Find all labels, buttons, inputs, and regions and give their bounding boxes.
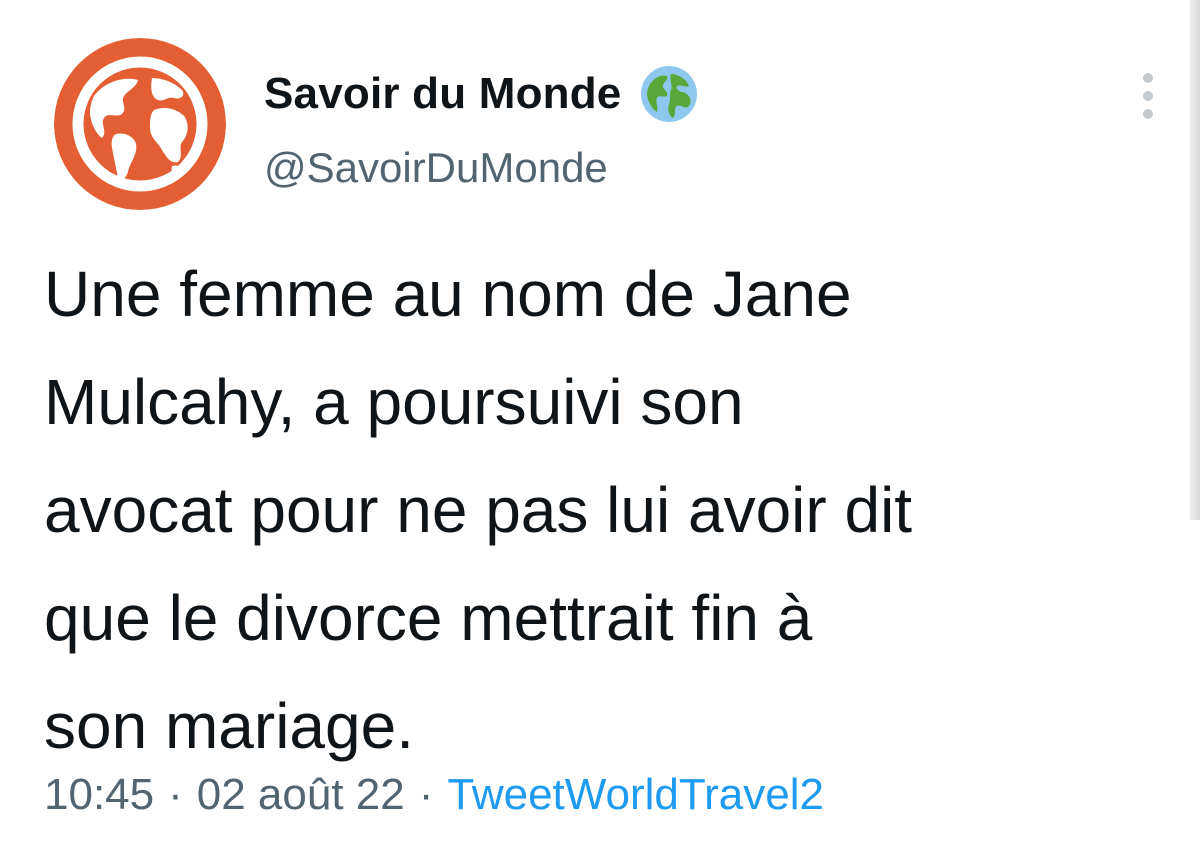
more-dot-icon — [1143, 109, 1153, 119]
more-dot-icon — [1143, 73, 1153, 83]
tweet-text-line: son mariage. — [44, 690, 414, 762]
display-name[interactable]: Savoir du Monde — [264, 69, 621, 119]
tweet-text-line: que le divorce mettrait fin à — [44, 582, 813, 654]
page-edge-divider — [1190, 0, 1200, 520]
tweet-date[interactable]: 02 août 22 — [197, 770, 405, 820]
display-name-row: Savoir du Monde — [264, 62, 699, 126]
tweet-source-link[interactable]: TweetWorldTravel2 — [447, 770, 824, 820]
account-handle[interactable]: @SavoirDuMonde — [264, 144, 608, 192]
avatar[interactable] — [54, 38, 226, 210]
meta-separator: · — [168, 770, 183, 819]
meta-separator: · — [418, 770, 434, 819]
tweet-text: Une femme au nom de Jane Mulcahy, a pour… — [44, 240, 1174, 780]
more-options-button[interactable] — [1128, 66, 1168, 126]
more-dot-icon — [1143, 91, 1153, 101]
earth-globe-icon — [639, 64, 699, 124]
tweet-text-line: Une femme au nom de Jane — [44, 258, 852, 330]
tweet-card: Savoir du Monde @SavoirDuMonde Une femme… — [0, 0, 1200, 863]
tweet-meta: 10:45 · 02 août 22 · TweetWorldTravel2 — [44, 770, 824, 820]
tweet-time[interactable]: 10:45 — [44, 770, 154, 820]
globe-logo-icon — [54, 38, 226, 210]
tweet-text-line: avocat pour ne pas lui avoir dit — [44, 474, 913, 546]
tweet-text-line: Mulcahy, a poursuivi son — [44, 366, 744, 438]
